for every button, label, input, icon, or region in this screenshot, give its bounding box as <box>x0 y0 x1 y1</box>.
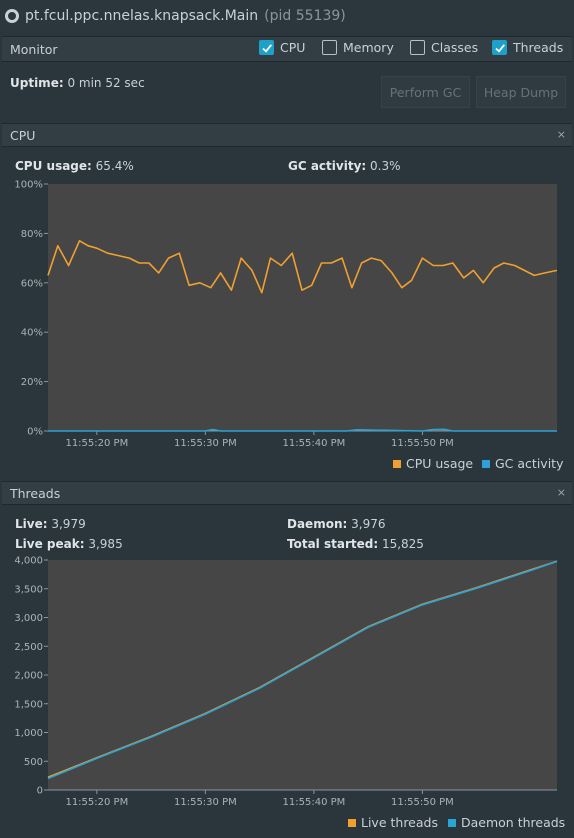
process-pid: (pid 55139) <box>264 8 346 24</box>
classes-checkbox[interactable]: Classes <box>410 40 478 55</box>
threads-check-icon <box>492 40 507 55</box>
live-peak-stat: Live peak: 3,985 <box>15 537 123 551</box>
gc-activity-label: GC activity: <box>288 159 367 173</box>
uptime-label: Uptime: <box>10 76 64 90</box>
process-name: pt.fcul.ppc.nnelas.knapsack.Main <box>25 8 259 24</box>
memory-checkbox-label: Memory <box>343 40 394 55</box>
cpu-plot-area <box>48 184 557 431</box>
live-threads-legend-label: Live threads <box>361 815 438 830</box>
threads-section-header: Threads ⨯ <box>2 481 572 505</box>
cpu-chart: 100% 80% 60% 40% 20% 0% 11:55:20 PM 11:55:30 PM… <box>14 180 558 449</box>
daemon-stat: Daemon: 3,976 <box>287 517 385 531</box>
daemon-threads-swatch <box>448 818 456 827</box>
live-peak-value: 3,985 <box>88 537 123 551</box>
cpu-y-tick-label: 80% <box>21 229 43 240</box>
cpu-x-tick-label: 11:55:20 PM <box>65 438 128 449</box>
gc-legend-label: GC activity <box>495 456 564 471</box>
live-peak-label: Live peak: <box>15 537 85 551</box>
cpu-legend-item: CPU usage <box>393 456 473 471</box>
total-started-label: Total started: <box>287 537 379 551</box>
threads-plot-area <box>48 560 557 790</box>
cpu-checkbox[interactable]: CPU <box>259 40 305 55</box>
threads-x-tick-label: 11:55:30 PM <box>174 797 237 808</box>
cpu-y-tick-label: 100% <box>14 180 43 191</box>
classes-check-icon <box>410 40 425 55</box>
live-label: Live: <box>15 517 48 531</box>
total-started-stat: Total started: 15,825 <box>287 537 424 551</box>
uptime-value: 0 min 52 sec <box>67 76 145 90</box>
memory-checkbox[interactable]: Memory <box>322 40 394 55</box>
window-title-bar: pt.fcul.ppc.nnelas.knapsack.Main (pid 55… <box>0 0 574 32</box>
daemon-label: Daemon: <box>287 517 348 531</box>
threads-checkbox[interactable]: Threads <box>492 40 563 55</box>
cpu-x-tick-label: 11:55:30 PM <box>174 438 237 449</box>
gc-legend-item: GC activity <box>482 456 563 471</box>
cpu-usage-label: CPU usage: <box>15 159 92 173</box>
live-stat: Live: 3,979 <box>15 517 86 531</box>
heap-dump-button[interactable]: Heap Dump <box>476 76 566 108</box>
cpu-x-tick-label: 11:55:40 PM <box>283 438 346 449</box>
threads-x-tick-label: 11:55:50 PM <box>391 797 454 808</box>
cpu-y-tick-label: 0% <box>27 427 43 438</box>
daemon-threads-legend-item: Daemon threads <box>448 815 565 830</box>
threads-x-tick-label: 11:55:20 PM <box>65 797 128 808</box>
uptime: Uptime: 0 min 52 sec <box>10 76 145 90</box>
cpu-y-tick-label: 60% <box>21 278 43 289</box>
cpu-section-title: CPU <box>10 127 36 143</box>
total-started-value: 15,825 <box>381 537 424 551</box>
gc-activity-value: 0.3% <box>370 159 401 173</box>
cpu-legend-label: CPU usage <box>406 456 474 471</box>
cpu-usage-stat: CPU usage: 65.4% <box>15 159 134 173</box>
memory-check-icon <box>322 40 337 55</box>
threads-x-tick-label: 11:55:40 PM <box>283 797 346 808</box>
cpu-section-header: CPU ⨯ <box>2 123 572 147</box>
threads-section-title: Threads <box>10 485 61 501</box>
threads-chart: 4,000 3,500 3,000 2,500 2,000 1,500 1,000 500 0 1… <box>14 556 558 808</box>
perform-gc-button[interactable]: Perform GC <box>381 76 470 108</box>
threads-y-tick-label: 2,000 <box>14 671 43 682</box>
threads-y-tick-label: 3,000 <box>14 613 43 624</box>
threads-y-tick-label: 1,500 <box>14 699 43 710</box>
cpu-check-icon <box>259 40 274 55</box>
live-threads-legend-item: Live threads <box>348 815 438 830</box>
daemon-value: 3,976 <box>351 517 386 531</box>
cpu-usage-value: 65.4% <box>95 159 134 173</box>
threads-y-tick-label: 4,000 <box>14 556 43 567</box>
cpu-checkbox-label: CPU <box>280 40 306 55</box>
threads-y-tick-label: 3,500 <box>14 584 43 595</box>
threads-panel-close-icon[interactable]: ⨯ <box>557 486 566 499</box>
threads-y-tick-label: 500 <box>24 757 43 768</box>
daemon-threads-legend-label: Daemon threads <box>461 815 566 830</box>
live-threads-swatch <box>348 818 356 827</box>
monitor-label: Monitor <box>10 41 58 57</box>
cpu-y-tick-label: 40% <box>21 328 43 339</box>
cpu-x-tick-label: 11:55:50 PM <box>391 438 454 449</box>
cpu-usage-swatch <box>393 459 401 468</box>
process-icon <box>5 9 19 23</box>
live-value: 3,979 <box>51 517 86 531</box>
gc-activity-swatch <box>482 459 490 468</box>
threads-y-tick-label: 1,000 <box>14 728 43 739</box>
threads-checkbox-label: Threads <box>513 40 564 55</box>
gc-activity-stat: GC activity: 0.3% <box>288 159 401 173</box>
cpu-y-tick-label: 20% <box>21 377 43 388</box>
cpu-panel-close-icon[interactable]: ⨯ <box>557 128 566 141</box>
threads-y-tick-label: 2,500 <box>14 642 43 653</box>
threads-y-tick-label: 0 <box>37 786 43 797</box>
classes-checkbox-label: Classes <box>431 40 479 55</box>
